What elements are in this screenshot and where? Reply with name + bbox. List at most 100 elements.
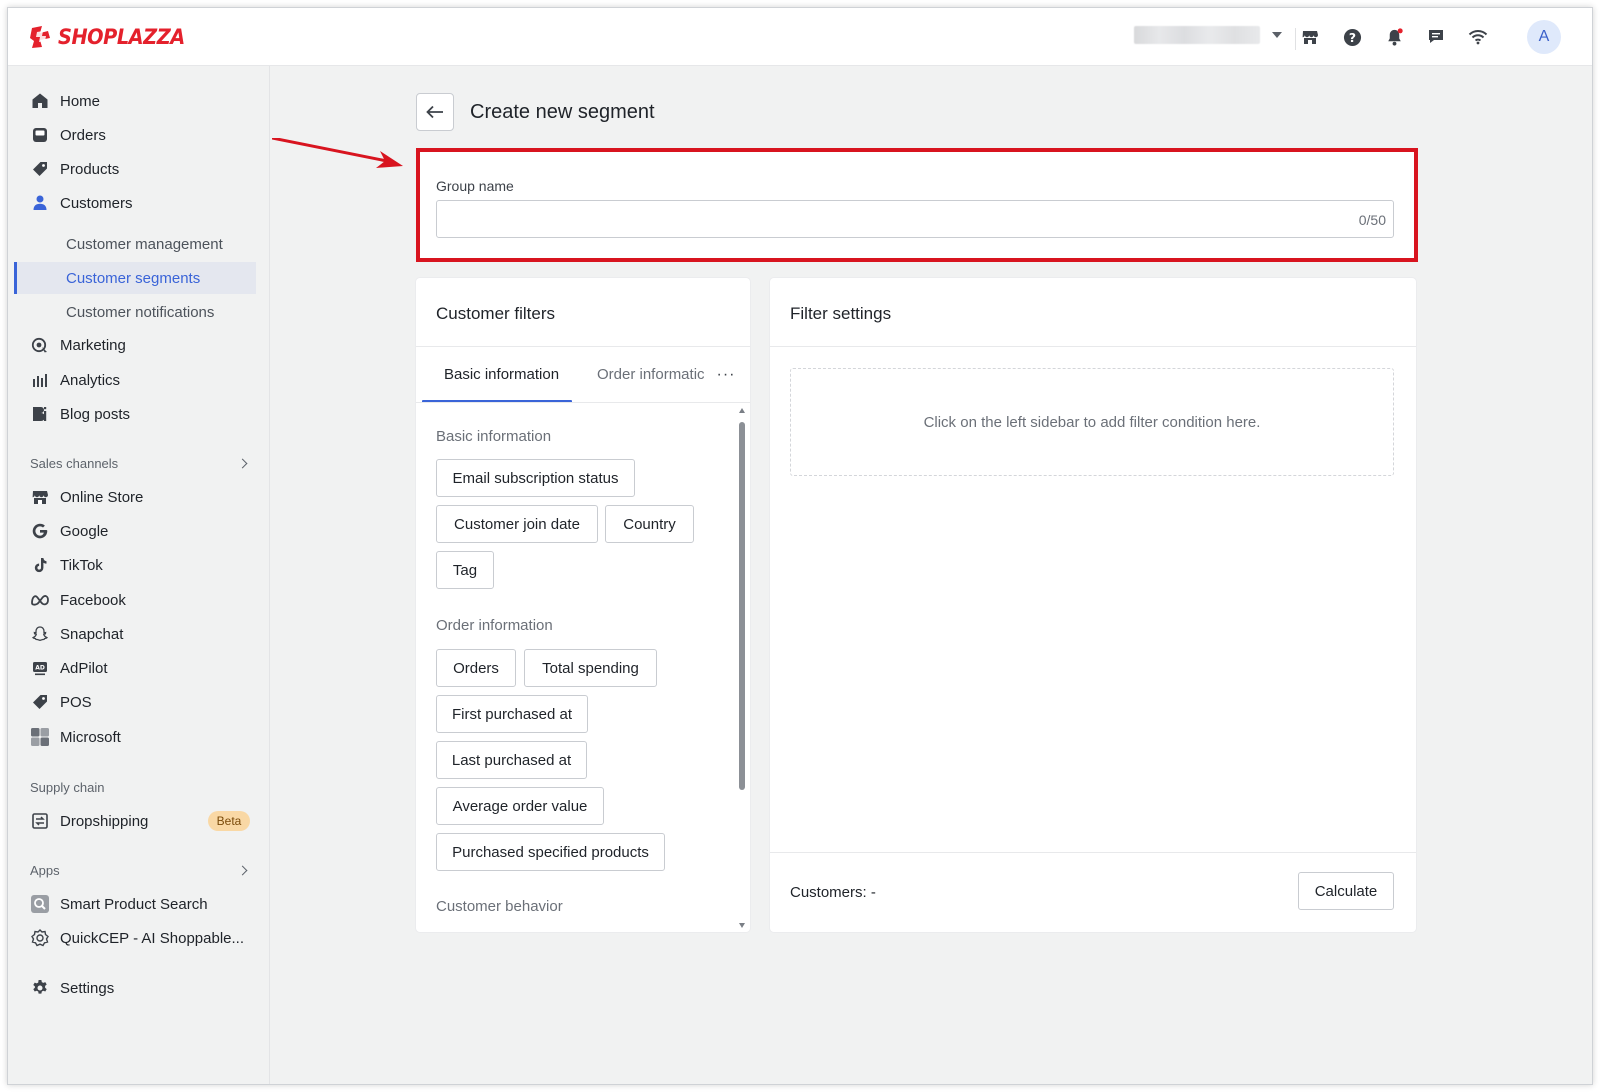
top-bar: SHOPLAZZA ? A (8, 8, 1592, 66)
sidebar-item-analytics[interactable]: Analytics (24, 365, 256, 395)
tab-order-information[interactable]: Order informatic (597, 366, 705, 383)
sidebar-item-microsoft[interactable]: Microsoft (24, 722, 256, 752)
sidebar-item-online-store[interactable]: Online Store (24, 482, 256, 512)
section-label: Supply chain (30, 780, 105, 795)
meta-icon (30, 590, 50, 610)
sidebar-item-label: Products (60, 160, 120, 178)
dropshipping-icon (30, 811, 50, 831)
topbar-divider (1295, 28, 1296, 50)
sidebar-item-home[interactable]: Home (24, 86, 256, 116)
filter-drop-zone: Click on the left sidebar to add filter … (790, 368, 1394, 476)
divider (416, 402, 750, 403)
analytics-icon (30, 370, 50, 390)
sidebar-item-dropshipping[interactable]: Dropshipping Beta (24, 806, 256, 836)
filter-chip-country[interactable]: Country (605, 505, 694, 543)
divider (770, 852, 1416, 853)
filter-chip-total-spending[interactable]: Total spending (524, 649, 657, 687)
person-icon (30, 193, 50, 213)
store-icon (30, 487, 50, 507)
logo-text: SHOPLAZZA (58, 25, 185, 49)
sidebar-item-label: Orders (60, 126, 106, 144)
sidebar-item-label: Smart Product Search (60, 895, 208, 913)
sidebar-item-smart-product-search[interactable]: Smart Product Search (24, 889, 256, 919)
calculate-button[interactable]: Calculate (1298, 872, 1394, 910)
sidebar-item-marketing[interactable]: Marketing (24, 330, 256, 360)
tab-basic-information[interactable]: Basic information (444, 366, 559, 383)
app-window: SHOPLAZZA ? A Home Orders Products Custo… (7, 7, 1593, 1085)
sidebar-item-label: QuickCEP - AI Shoppable... (60, 929, 244, 947)
sidebar-item-label: Facebook (60, 591, 126, 609)
bell-icon[interactable] (1384, 27, 1404, 47)
page-title: Create new segment (470, 101, 655, 123)
char-counter: 0/50 (1358, 212, 1386, 228)
sidebar-item-blog-posts[interactable]: Blog posts (24, 399, 256, 429)
scroll-thumb[interactable] (739, 422, 745, 790)
google-icon (30, 521, 50, 541)
filter-chip-tag[interactable]: Tag (436, 551, 494, 589)
store-selector[interactable] (1134, 26, 1282, 44)
apps-header[interactable]: Apps (30, 863, 256, 878)
sidebar-item-label: Analytics (60, 371, 121, 389)
pos-icon (30, 692, 50, 712)
filter-chip-email-subscription-status[interactable]: Email subscription status (436, 459, 635, 497)
sidebar-item-snapchat[interactable]: Snapchat (24, 619, 256, 649)
filter-chip-orders[interactable]: Orders (436, 649, 516, 687)
filter-group-heading: Order information (436, 617, 553, 634)
sidebar-item-google[interactable]: Google (24, 516, 256, 546)
help-icon[interactable]: ? (1342, 27, 1362, 47)
sidebar-item-products[interactable]: Products (24, 154, 256, 184)
filter-chip-last-purchased-at[interactable]: Last purchased at (436, 741, 587, 779)
sidebar-subitem-customer-management[interactable]: Customer management (14, 228, 256, 260)
more-tabs-button[interactable]: ··· (704, 348, 748, 402)
shoplazza-logo[interactable]: SHOPLAZZA (28, 24, 196, 50)
sidebar-subitem-customer-segments[interactable]: Customer segments (14, 262, 256, 294)
sidebar-item-orders[interactable]: Orders (24, 120, 256, 150)
home-icon (30, 91, 50, 111)
sidebar-item-quickcep[interactable]: QuickCEP - AI Shoppable... (24, 923, 256, 953)
sidebar-item-label: Marketing (60, 336, 126, 354)
filters-scrollbar[interactable] (738, 408, 746, 928)
sales-channels-header[interactable]: Sales channels (30, 456, 256, 471)
orders-icon (30, 125, 50, 145)
wifi-icon[interactable] (1468, 27, 1488, 47)
sidebar-item-tiktok[interactable]: TikTok (24, 550, 256, 580)
store-icon[interactable] (1300, 27, 1320, 47)
customer-filters-title: Customer filters (436, 304, 556, 323)
sidebar-item-label: Customers (60, 194, 133, 212)
divider (770, 346, 1416, 347)
filter-chip-first-purchased-at[interactable]: First purchased at (436, 695, 588, 733)
filter-settings-title: Filter settings (790, 304, 892, 323)
filter-chip-customer-join-date[interactable]: Customer join date (436, 505, 598, 543)
blog-icon (30, 404, 50, 424)
filter-chip-average-order-value[interactable]: Average order value (436, 787, 604, 825)
scroll-down-icon[interactable] (739, 923, 745, 928)
customer-filters-card: Customer filters Basic information Order… (416, 278, 750, 932)
group-name-card: Group name 0/50 (416, 148, 1418, 262)
store-name-redacted (1134, 26, 1260, 44)
search-app-icon (30, 894, 50, 914)
scroll-up-icon[interactable] (739, 408, 745, 413)
sidebar-item-customers[interactable]: Customers (24, 188, 256, 218)
customers-count: Customers: - (790, 884, 876, 901)
sidebar-item-pos[interactable]: POS (24, 687, 256, 717)
sidebar-item-label: Settings (60, 979, 115, 997)
svg-text:AD: AD (35, 665, 45, 672)
supply-chain-header: Supply chain (30, 780, 256, 795)
beta-badge: Beta (208, 811, 250, 831)
chevron-right-icon (237, 865, 248, 876)
sidebar-item-label: Google (60, 522, 109, 540)
sidebar-item-settings[interactable]: Settings (24, 973, 256, 1003)
sidebar-item-label: TikTok (60, 556, 103, 574)
avatar[interactable]: A (1527, 20, 1561, 54)
divider (416, 346, 750, 347)
chat-icon[interactable] (1426, 27, 1446, 47)
sidebar-item-facebook[interactable]: Facebook (24, 585, 256, 615)
tiktok-icon (30, 555, 50, 575)
section-label: Apps (30, 863, 60, 878)
group-name-input[interactable] (436, 200, 1394, 238)
chevron-down-icon (1272, 32, 1282, 38)
sidebar-item-adpilot[interactable]: AD AdPilot (24, 653, 256, 683)
sidebar-subitem-customer-notifications[interactable]: Customer notifications (14, 296, 256, 328)
filter-chip-purchased-specified-products[interactable]: Purchased specified products (436, 833, 665, 871)
back-button[interactable] (416, 93, 454, 131)
